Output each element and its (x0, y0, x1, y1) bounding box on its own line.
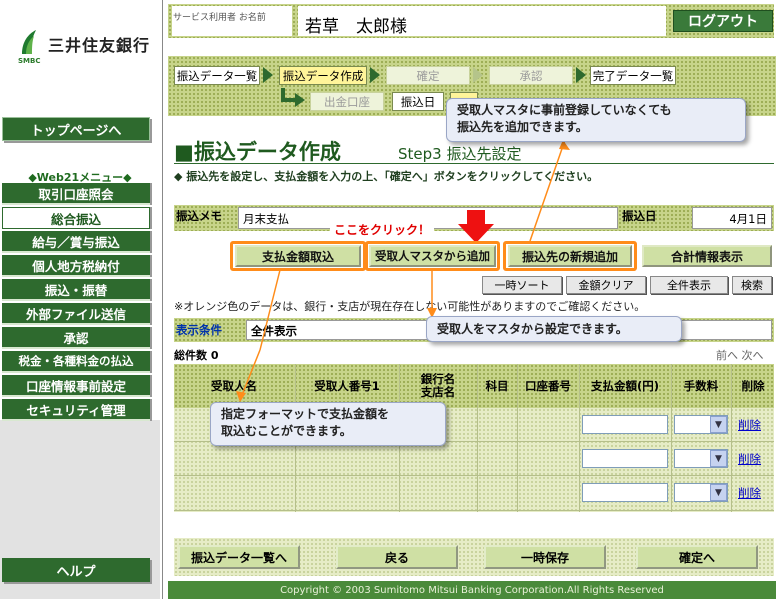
menu-item-local-tax[interactable]: 個人地方税納付 (2, 255, 150, 277)
step-confirm: 確定 (386, 66, 470, 85)
arrow-down-right-icon (281, 88, 305, 107)
bank-logo-icon (22, 30, 36, 54)
menu-item-file-send[interactable]: 外部ファイル送信 (2, 303, 150, 325)
col-fee: 手数料 (683, 378, 719, 393)
footer-copyright: Copyright © 2003 Sumitomo Mitsui Banking… (168, 581, 776, 599)
delete-link[interactable]: 削除 (738, 417, 761, 433)
col-subject: 科目 (485, 378, 509, 393)
help-button[interactable]: ヘルプ (2, 558, 150, 582)
arrow-right-icon (473, 67, 483, 83)
search-button[interactable]: 検索 (732, 276, 772, 294)
click-here-label: ここをクリック！ (330, 221, 435, 238)
delete-link[interactable]: 削除 (738, 451, 761, 467)
step-transfer-list: 振込データ一覧 (174, 66, 260, 85)
menu-item-transfer[interactable]: 振込・振替 (2, 279, 150, 301)
arrow-right-icon (576, 67, 586, 83)
callout-add-new: 受取人マスタに事前登録していなくても 振込先を追加できます。 (446, 98, 746, 142)
page-title: ■振込データ作成 (174, 140, 341, 164)
menu-item-account-preset[interactable]: 口座情報事前設定 (2, 375, 150, 397)
callout-from-master: 受取人をマスタから設定できます。 (426, 316, 682, 342)
temp-save-button[interactable]: 一時保存 (484, 545, 606, 569)
bank-sub: SMBC (18, 57, 41, 65)
date-value: 4月1日 (692, 207, 772, 229)
date-label: 振込日 (622, 209, 657, 223)
down-arrow-icon (458, 210, 494, 243)
transfer-list-button[interactable]: 振込データ一覧へ (178, 545, 300, 569)
top-page-button[interactable]: トップページへ (2, 117, 150, 141)
amount-input[interactable] (582, 449, 668, 468)
show-totals-button[interactable]: 合計情報表示 (642, 245, 772, 267)
add-from-master-button[interactable]: 受取人マスタから追加 (369, 245, 496, 267)
confirm-button[interactable]: 確定へ (636, 545, 758, 569)
amount-input[interactable] (582, 483, 668, 502)
amount-input[interactable] (582, 415, 668, 434)
col-delete: 削除 (741, 378, 765, 393)
menu-item-general-transfer[interactable]: 総合振込 (2, 207, 150, 229)
memo-label: 振込メモ (176, 209, 222, 223)
user-name: 若草 太郎様 (305, 17, 407, 37)
step-transfer-date: 振込日 (392, 92, 444, 111)
step-title: Step3 振込先設定 (398, 145, 522, 163)
step-withdraw-account: 出金口座 (310, 92, 384, 111)
arrow-right-icon (263, 67, 273, 83)
chevron-down-icon[interactable]: ▼ (710, 450, 727, 467)
delete-link[interactable]: 削除 (738, 485, 761, 501)
step-approve: 承認 (489, 66, 573, 85)
chevron-down-icon[interactable]: ▼ (710, 484, 727, 501)
logout-button[interactable]: ログアウト (673, 10, 773, 32)
step-create: 振込データ作成 (279, 66, 367, 85)
chevron-down-icon[interactable]: ▼ (710, 416, 727, 433)
instruction-text: ◆ 振込先を設定し、支払金額を入力の上、「確定へ」ボタンをクリックしてください。 (174, 170, 599, 183)
step-complete-list: 完了データ一覧 (590, 66, 676, 85)
notice-text: ※オレンジ色のデータは、銀行・支店が現在存在しない可能性がありますのでご確認くだ… (174, 300, 646, 313)
pager[interactable]: 前へ 次へ (716, 347, 764, 363)
bank-name: 三井住友銀行 (48, 36, 151, 55)
menu-item-salary-transfer[interactable]: 給与／賞与振込 (2, 231, 150, 253)
import-amount-button[interactable]: 支払金額取込 (235, 245, 361, 267)
clear-amount-button[interactable]: 金額クリア (566, 276, 646, 294)
menu-item-security[interactable]: セキュリティ管理 (2, 399, 150, 421)
col-amount: 支払金額(円) (590, 378, 659, 393)
callout-import: 指定フォーマットで支払金額を 取込むことができます。 (210, 402, 446, 446)
back-button[interactable]: 戻る (336, 545, 458, 569)
sidebar-divider (162, 0, 164, 599)
arrow-right-icon (370, 67, 380, 83)
user-label: サービス利用者 お名前 (173, 13, 266, 23)
add-new-payee-button[interactable]: 振込先の新規追加 (508, 245, 632, 267)
menu-item-account-inquiry[interactable]: 取引口座照会 (2, 183, 150, 205)
col-account-number: 口座番号 (525, 378, 571, 393)
temp-sort-button[interactable]: 一時ソート (482, 276, 562, 294)
menu-item-approval[interactable]: 承認 (2, 327, 150, 349)
filter-label: 表示条件 (176, 323, 222, 337)
menu-item-tax-payment[interactable]: 税金・各種料金の払込 (2, 351, 150, 373)
total-count: 総件数 0 (174, 349, 219, 362)
show-all-button[interactable]: 全件表示 (650, 276, 728, 294)
